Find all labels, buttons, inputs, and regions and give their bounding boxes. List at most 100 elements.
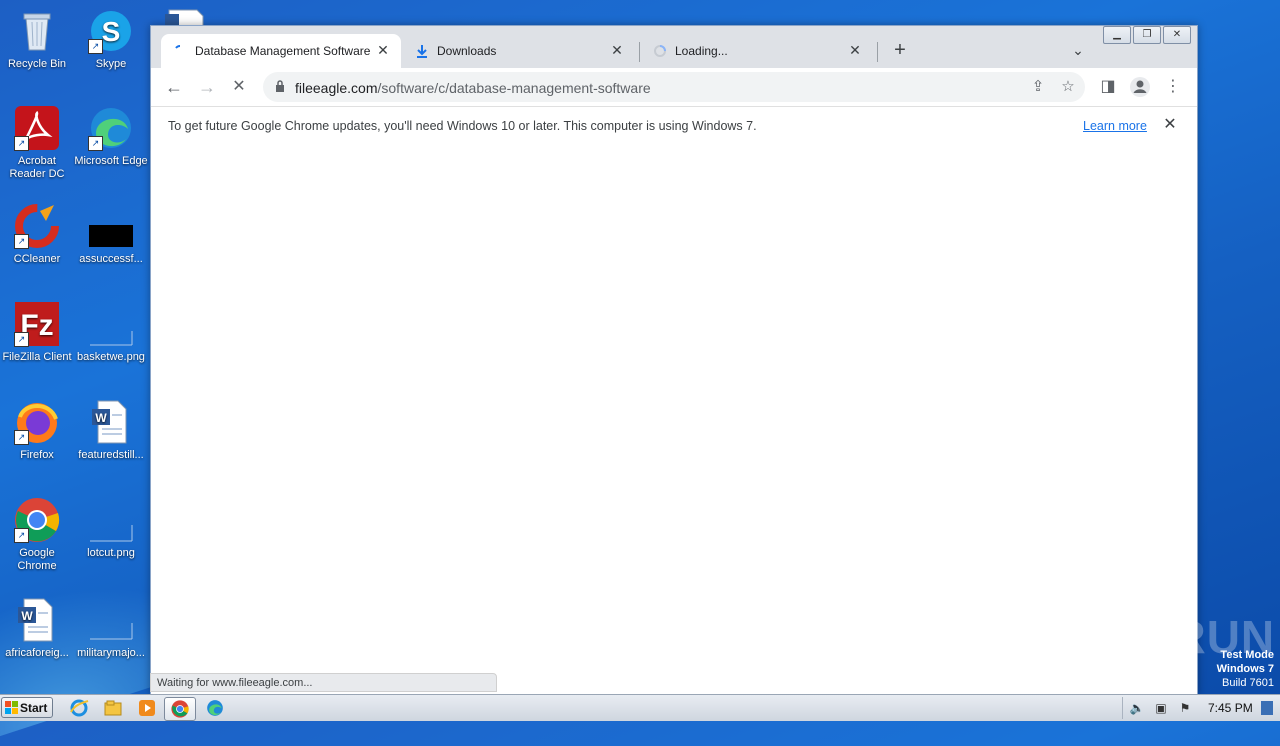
back-arrow-icon[interactable]: ←	[163, 76, 185, 98]
url-host: fileeagle.com	[295, 80, 378, 96]
tab-separator	[877, 42, 878, 62]
desktop-icon-partial[interactable]	[165, 6, 211, 27]
edge-icon: ↗	[88, 105, 134, 151]
desktop-icon-firefox[interactable]: ↗ Firefox	[0, 399, 74, 462]
tab-title: Downloads	[437, 44, 497, 58]
infobar-close-icon[interactable]: ✕	[1161, 116, 1179, 134]
volume-icon[interactable]: 🔈	[1129, 701, 1145, 715]
taskbar-explorer[interactable]	[98, 697, 128, 719]
desktop-icon-chrome[interactable]: ↗ Google Chrome	[0, 497, 74, 573]
desktop-icon-lotcut[interactable]: lotcut.png	[74, 497, 148, 560]
svg-text:W: W	[21, 609, 33, 623]
shortcut-arrow-icon: ↗	[14, 528, 29, 543]
menu-kebab-icon[interactable]: ⋮	[1162, 76, 1184, 98]
shortcut-arrow-icon: ↗	[14, 332, 29, 347]
desktop-icon-assuccessf[interactable]: assuccessf...	[74, 203, 148, 266]
desktop-icon-militarymajo[interactable]: militarymajo...	[74, 597, 148, 660]
desktop-icon-label: lotcut.png	[87, 547, 135, 559]
desktop-icon-skype[interactable]: S ↗ Skype	[74, 8, 148, 71]
taskbar: Start 🔈 ▣ ⚑ 7:45 PM	[0, 694, 1280, 721]
desktop-icon-label: assuccessf...	[79, 253, 143, 265]
tab-database-management-software[interactable]: Database Management Software ✕	[161, 34, 401, 68]
restore-button[interactable]: ❐	[1133, 26, 1161, 44]
filezilla-icon: Fz ↗	[14, 301, 60, 347]
desktop-icon-edge[interactable]: ↗ Microsoft Edge	[74, 105, 148, 168]
tab-loading[interactable]: Loading... ✕	[641, 34, 873, 68]
png-file-icon	[88, 497, 134, 543]
taskbar-edge[interactable]	[200, 697, 230, 719]
download-icon	[417, 45, 427, 58]
tab-downloads[interactable]: Downloads ✕	[403, 34, 635, 68]
network-icon[interactable]: ▣	[1153, 701, 1169, 715]
learn-more-link[interactable]: Learn more	[1083, 119, 1147, 133]
image-file-icon	[88, 203, 134, 249]
desktop-icon-ccleaner[interactable]: ↗ CCleaner	[0, 203, 74, 266]
edge-icon	[207, 700, 223, 716]
clock[interactable]: 7:45 PM	[1208, 701, 1253, 715]
url-path: /software/c/database-management-software	[377, 80, 651, 96]
desktop-icon-basketwe[interactable]: basketwe.png	[74, 301, 148, 364]
taskbar-chrome[interactable]	[164, 697, 196, 721]
taskbar-media-player[interactable]	[132, 697, 162, 719]
loading-spinner-icon	[175, 45, 181, 49]
png-file-icon	[88, 597, 134, 643]
desktop-icon-label: FileZilla Client	[2, 351, 72, 363]
desktop-icon-filezilla[interactable]: Fz ↗ FileZilla Client	[0, 301, 74, 364]
shortcut-arrow-icon: ↗	[88, 136, 103, 151]
svg-text:S: S	[102, 16, 121, 47]
bookmark-star-icon[interactable]: ☆	[1059, 78, 1077, 96]
recycle-bin-icon	[14, 8, 60, 54]
tab-close-icon[interactable]: ✕	[609, 42, 625, 58]
shortcut-arrow-icon: ↗	[14, 234, 29, 249]
desktop-icon-label: basketwe.png	[77, 351, 145, 363]
desktop-icon-featuredstill[interactable]: W featuredstill...	[74, 399, 148, 462]
desktop-icon-label: africaforeig...	[5, 647, 69, 659]
ccleaner-icon: ↗	[14, 203, 60, 249]
status-bubble: Waiting for www.fileeagle.com...	[150, 673, 497, 692]
word-document-icon: W	[14, 597, 60, 643]
word-document-icon	[165, 9, 204, 27]
desktop-icon-label: Skype	[95, 58, 127, 70]
minimize-button[interactable]: ▁	[1103, 26, 1131, 44]
skype-icon: S ↗	[88, 8, 134, 54]
profile-avatar-icon[interactable]	[1129, 76, 1151, 98]
tab-strip: Database Management Software ✕ Downloads…	[151, 26, 1197, 68]
stop-loading-icon[interactable]: ✕	[228, 76, 250, 98]
desktop-icon-label: featuredstill...	[78, 449, 144, 461]
chrome-icon: ↗	[14, 497, 60, 543]
test-mode-line: Test Mode	[1220, 649, 1274, 661]
address-url: fileeagle.com/software/c/database-manage…	[295, 80, 651, 96]
show-desktop-icon[interactable]	[1261, 701, 1273, 715]
desktop-icon-label: Acrobat Reader DC	[9, 155, 65, 180]
share-icon[interactable]: ⇪	[1029, 78, 1047, 96]
tab-title: Database Management Software	[195, 44, 371, 58]
loading-spinner-icon	[654, 45, 666, 57]
png-file-icon	[88, 301, 134, 347]
internet-explorer-icon	[70, 699, 89, 717]
new-tab-plus-icon[interactable]: +	[889, 40, 911, 62]
browser-window: Database Management Software ✕ Downloads…	[150, 25, 1198, 695]
action-center-flag-icon[interactable]: ⚑	[1177, 701, 1193, 715]
windows-version-line: Windows 7	[1216, 663, 1274, 675]
side-panel-icon[interactable]: ◨	[1097, 76, 1119, 98]
update-infobar: To get future Google Chrome updates, you…	[151, 106, 1197, 148]
desktop-icon-label: Google Chrome	[17, 547, 57, 572]
desktop-icon-recycle-bin[interactable]: Recycle Bin	[0, 8, 74, 71]
media-player-icon	[139, 700, 155, 716]
desktop-icon-acrobat[interactable]: ↗ Acrobat Reader DC	[0, 105, 74, 181]
start-button[interactable]: Start	[1, 697, 53, 718]
desktop-icon-word-doc-1[interactable]: W africaforeig...	[0, 597, 74, 660]
desktop-icon-label: militarymajo...	[77, 647, 145, 659]
taskbar-internet-explorer[interactable]	[64, 697, 94, 719]
shortcut-arrow-icon: ↗	[14, 136, 29, 151]
close-window-button[interactable]: ✕	[1163, 26, 1191, 44]
folder-icon	[104, 700, 122, 716]
forward-arrow-icon[interactable]: →	[196, 76, 218, 98]
address-bar[interactable]: fileeagle.com/software/c/database-manage…	[263, 72, 1085, 102]
tab-search-chevron-icon[interactable]: ⌄	[1069, 42, 1087, 60]
infobar-message: To get future Google Chrome updates, you…	[168, 119, 757, 133]
desktop-icon-label: Recycle Bin	[7, 58, 67, 70]
tab-close-icon[interactable]: ✕	[847, 42, 863, 58]
tab-close-icon[interactable]: ✕	[375, 42, 391, 58]
desktop-icon-label: Firefox	[20, 449, 54, 461]
